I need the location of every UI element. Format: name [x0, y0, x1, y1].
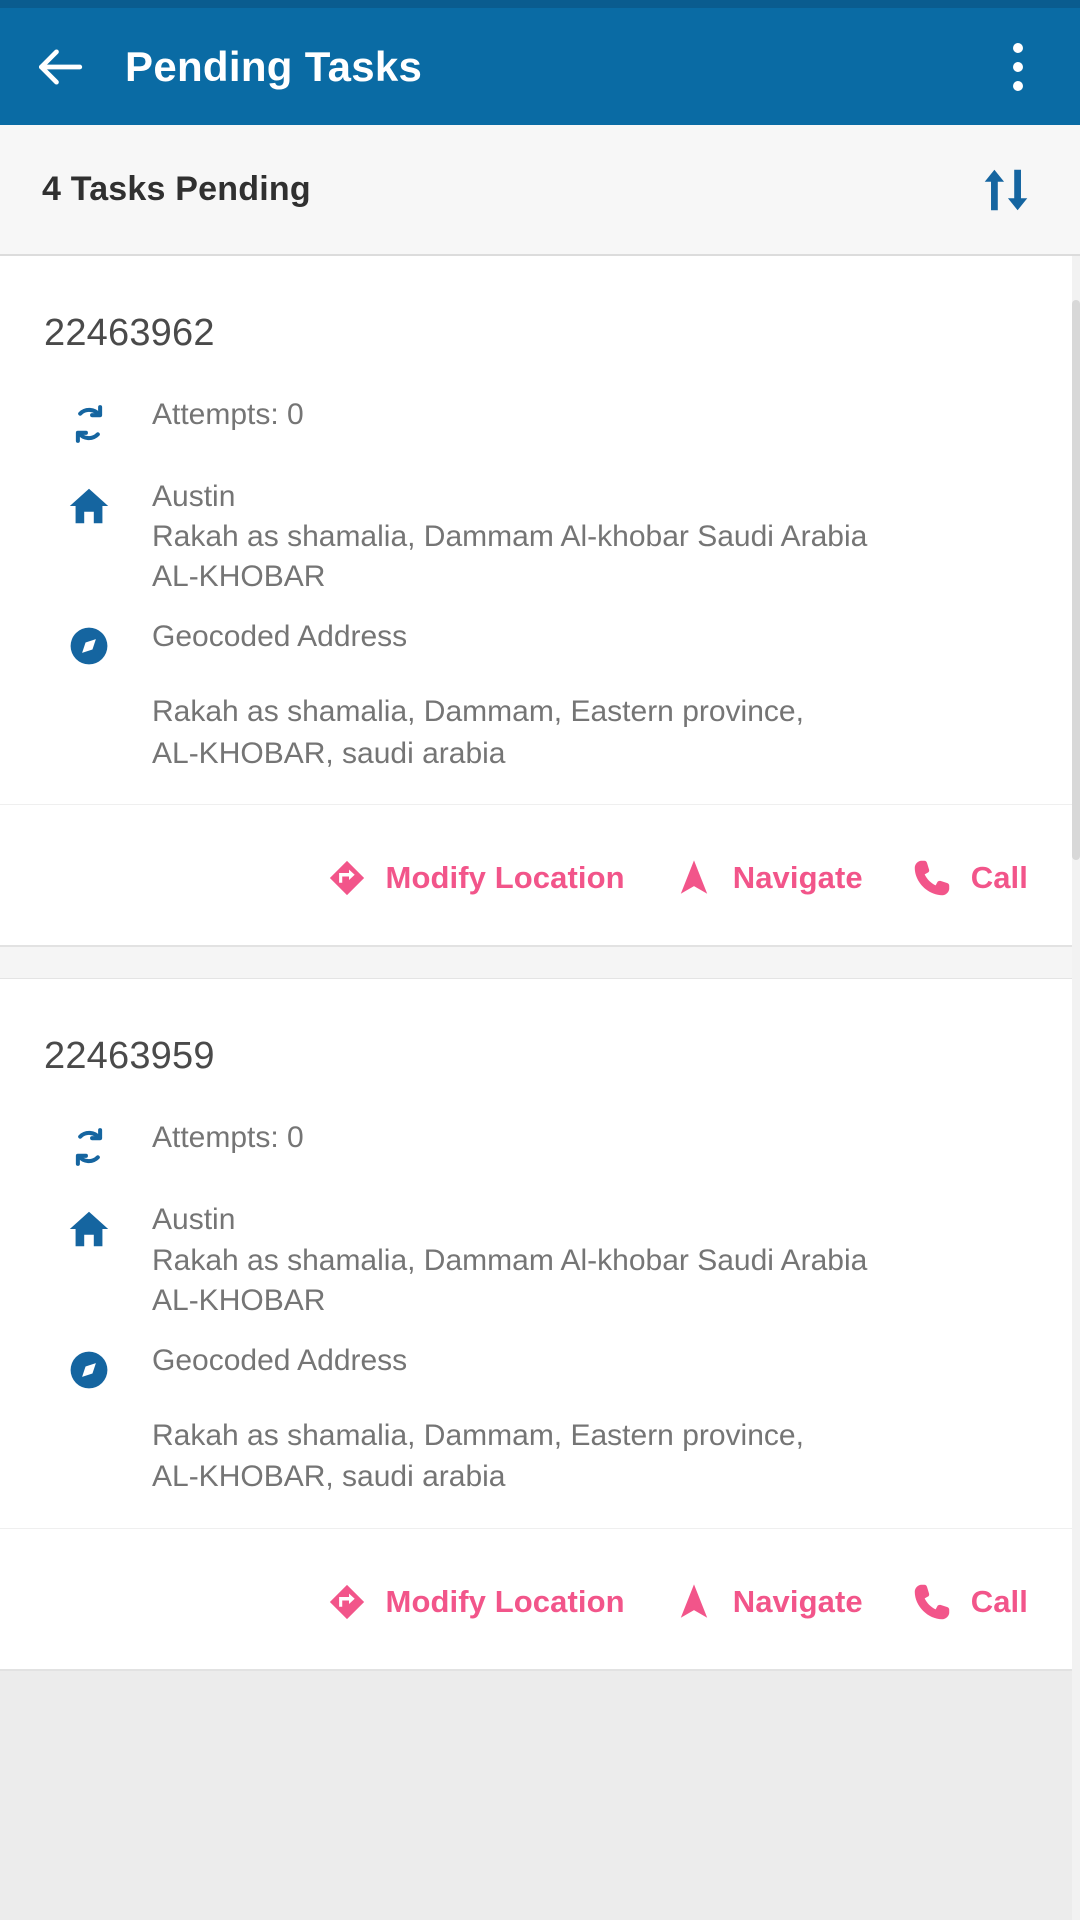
call-label: Call [970, 1583, 1028, 1619]
overflow-dot [1013, 61, 1023, 72]
geocoded-line-2: AL-KHOBAR, saudi arabia [152, 1460, 506, 1494]
call-label: Call [970, 860, 1028, 896]
address-name: Austin [152, 480, 236, 513]
modify-location-label: Modify Location [385, 1583, 625, 1619]
modify-location-diamond-icon [324, 855, 370, 901]
overflow-dot [1013, 42, 1023, 53]
page-title: Pending Tasks [125, 42, 423, 90]
geocoded-address-text: Rakah as shamalia, Dammam, Eastern provi… [152, 695, 1074, 770]
tasks-pending-count: 4 Tasks Pending [42, 170, 311, 208]
home-address-text: Austin Rakah as shamalia, Dammam Al-khob… [152, 1204, 867, 1316]
geocoded-address-row: Geocoded Address [0, 621, 1074, 675]
sync-attempts-icon [62, 399, 116, 453]
attempts-label: Attempts: 0 [152, 398, 304, 431]
navigate-button[interactable]: Navigate [671, 1579, 863, 1625]
app-bar: Pending Tasks [0, 8, 1080, 125]
geocoded-address-row: Geocoded Address [0, 1343, 1074, 1399]
scrollbar-thumb[interactable] [1072, 300, 1080, 860]
geocoded-line-1: Rakah as shamalia, Dammam, Eastern provi… [152, 695, 804, 729]
task-card[interactable]: 22463962 Attempts: 0 Austin Rakah as sha… [0, 256, 1074, 948]
phone-icon [909, 855, 955, 901]
attempts-row: Attempts: 0 [0, 398, 1074, 453]
task-details: Attempts: 0 Austin Rakah as shamalia, Da… [0, 355, 1074, 770]
sync-attempts-icon [62, 1122, 116, 1176]
status-bar-strip [0, 0, 1080, 8]
address-name: Austin [152, 1203, 236, 1237]
navigation-arrow-icon [671, 1579, 717, 1625]
home-icon [62, 1204, 116, 1258]
home-address-text: Austin Rakah as shamalia, Dammam Al-khob… [152, 480, 868, 594]
pending-tasks-list[interactable]: 22463962 Attempts: 0 Austin Rakah as sha… [0, 256, 1080, 1920]
modify-location-button[interactable]: Modify Location [324, 1579, 625, 1625]
tasks-count-bar: 4 Tasks Pending [0, 125, 1080, 256]
task-id: 22463959 [44, 1035, 215, 1078]
navigate-label: Navigate [732, 860, 863, 896]
task-actions: Modify Location Navigate Call [0, 804, 1074, 945]
back-arrow-icon[interactable] [30, 37, 90, 97]
modify-location-button[interactable]: Modify Location [324, 855, 625, 901]
address-line-2: AL-KHOBAR [152, 560, 326, 594]
geocoded-line-1: Rakah as shamalia, Dammam, Eastern provi… [152, 1418, 804, 1452]
card-separator [0, 947, 1080, 980]
call-button[interactable]: Call [909, 855, 1028, 901]
geocoded-line-2: AL-KHOBAR, saudi arabia [152, 736, 506, 770]
task-actions: Modify Location Navigate Call [0, 1527, 1074, 1669]
geocoded-address-label: Geocoded Address [152, 620, 408, 654]
compass-icon [62, 1345, 116, 1399]
home-icon [62, 481, 116, 535]
attempts-label: Attempts: 0 [152, 1121, 304, 1155]
home-address-row: Austin Rakah as shamalia, Dammam Al-khob… [0, 1204, 1074, 1316]
task-id: 22463962 [44, 312, 215, 354]
address-line-1: Rakah as shamalia, Dammam Al-khobar Saud… [152, 1243, 868, 1277]
compass-icon [62, 621, 116, 675]
attempts-row: Attempts: 0 [0, 1122, 1074, 1176]
task-card[interactable]: 22463959 Attempts: 0 Austin Rakah as sha… [0, 979, 1074, 1671]
navigate-button[interactable]: Navigate [671, 855, 863, 901]
more-vertical-icon[interactable] [990, 32, 1046, 102]
overflow-dot [1013, 80, 1023, 91]
geocoded-address-label: Geocoded Address [152, 1343, 408, 1377]
geocoded-address-text: Rakah as shamalia, Dammam, Eastern provi… [152, 1419, 1074, 1494]
task-details: Attempts: 0 Austin Rakah as shamalia, Da… [0, 1078, 1074, 1493]
address-line-1: Rakah as shamalia, Dammam Al-khobar Saud… [152, 520, 868, 554]
home-address-row: Austin Rakah as shamalia, Dammam Al-khob… [0, 480, 1074, 594]
address-line-2: AL-KHOBAR [152, 1283, 326, 1317]
app-screen: Pending Tasks 4 Tasks Pending 22463962 A… [0, 0, 1080, 1920]
navigation-arrow-icon [671, 855, 717, 901]
modify-location-diamond-icon [324, 1579, 370, 1625]
call-button[interactable]: Call [909, 1579, 1028, 1625]
phone-icon [909, 1579, 955, 1625]
modify-location-label: Modify Location [385, 860, 625, 896]
sort-arrows-icon[interactable] [974, 158, 1038, 222]
navigate-label: Navigate [732, 1583, 863, 1619]
